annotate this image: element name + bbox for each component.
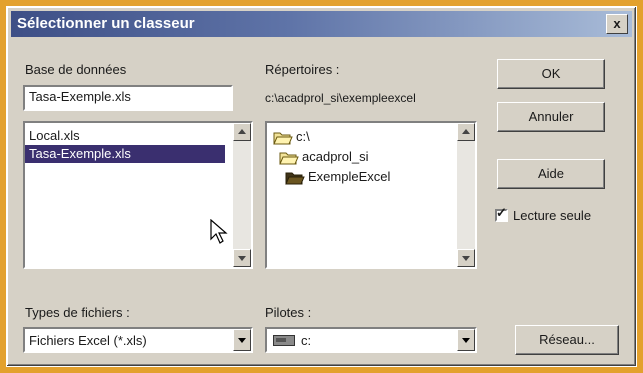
directory-item-label: ExempleExcel	[308, 169, 391, 184]
directory-list-scrollbar[interactable]	[457, 123, 475, 267]
file-list-item[interactable]: Local.xls	[25, 127, 225, 145]
directory-item-root[interactable]: c:\	[273, 127, 310, 147]
current-path: c:\acadprol_si\exempleexcel	[265, 91, 416, 105]
close-button[interactable]: x	[606, 14, 628, 34]
chevron-down-icon	[462, 338, 470, 343]
drive-icon	[273, 335, 295, 346]
database-label: Base de données	[25, 62, 127, 77]
arrow-down-icon	[238, 256, 246, 261]
file-list-scrollbar[interactable]	[233, 123, 251, 267]
directory-item-acadprol[interactable]: acadprol_si	[279, 147, 369, 167]
ok-button[interactable]: OK	[497, 59, 605, 89]
file-types-dropdown[interactable]: Fichiers Excel (*.xls)	[23, 327, 253, 353]
drives-dropdown-button[interactable]	[457, 329, 475, 351]
scroll-up-button[interactable]	[233, 123, 251, 141]
cancel-button[interactable]: Annuler	[497, 102, 605, 132]
help-button[interactable]: Aide	[497, 159, 605, 189]
open-folder-icon	[273, 132, 293, 145]
mouse-pointer-icon	[210, 219, 228, 244]
file-list-item-selected[interactable]: Tasa-Exemple.xls	[25, 145, 225, 163]
directory-item-label: c:\	[296, 129, 310, 144]
read-only-checkbox[interactable]: ✓	[495, 205, 508, 222]
read-only-label: Lecture seule	[513, 208, 592, 223]
window-title: Sélectionner un classeur	[17, 15, 195, 32]
scroll-up-button[interactable]	[457, 123, 475, 141]
drives-dropdown[interactable]: c:	[265, 327, 477, 353]
chevron-down-icon	[238, 338, 246, 343]
arrow-up-icon	[462, 129, 470, 134]
arrow-up-icon	[238, 129, 246, 134]
network-button[interactable]: Réseau...	[515, 325, 619, 355]
directories-label: Répertoires :	[265, 62, 340, 77]
directory-item-exempleexcel[interactable]: ExempleExcel	[285, 167, 390, 187]
directory-item-label: acadprol_si	[302, 149, 369, 164]
title-bar[interactable]: Sélectionner un classeur x	[11, 11, 632, 37]
directory-tree-list[interactable]: c:\ acadprol_si ExempleExcel	[265, 121, 477, 269]
file-types-label: Types de fichiers :	[25, 305, 130, 320]
open-folder-icon	[279, 152, 299, 165]
open-folder-icon	[285, 172, 305, 185]
scroll-down-button[interactable]	[457, 249, 475, 267]
select-workbook-dialog: Sélectionner un classeur x Base de donné…	[6, 6, 637, 367]
file-types-dropdown-button[interactable]	[233, 329, 251, 351]
arrow-down-icon	[462, 256, 470, 261]
drives-label: Pilotes :	[265, 305, 312, 320]
scroll-down-button[interactable]	[233, 249, 251, 267]
database-file-list[interactable]: Local.xls Tasa-Exemple.xls	[23, 121, 253, 269]
file-types-value: Fichiers Excel (*.xls)	[29, 333, 147, 348]
drives-value: c:	[301, 333, 312, 348]
database-filename-input[interactable]: Tasa-Exemple.xls	[23, 85, 233, 111]
check-mark-icon: ✓	[496, 205, 507, 220]
